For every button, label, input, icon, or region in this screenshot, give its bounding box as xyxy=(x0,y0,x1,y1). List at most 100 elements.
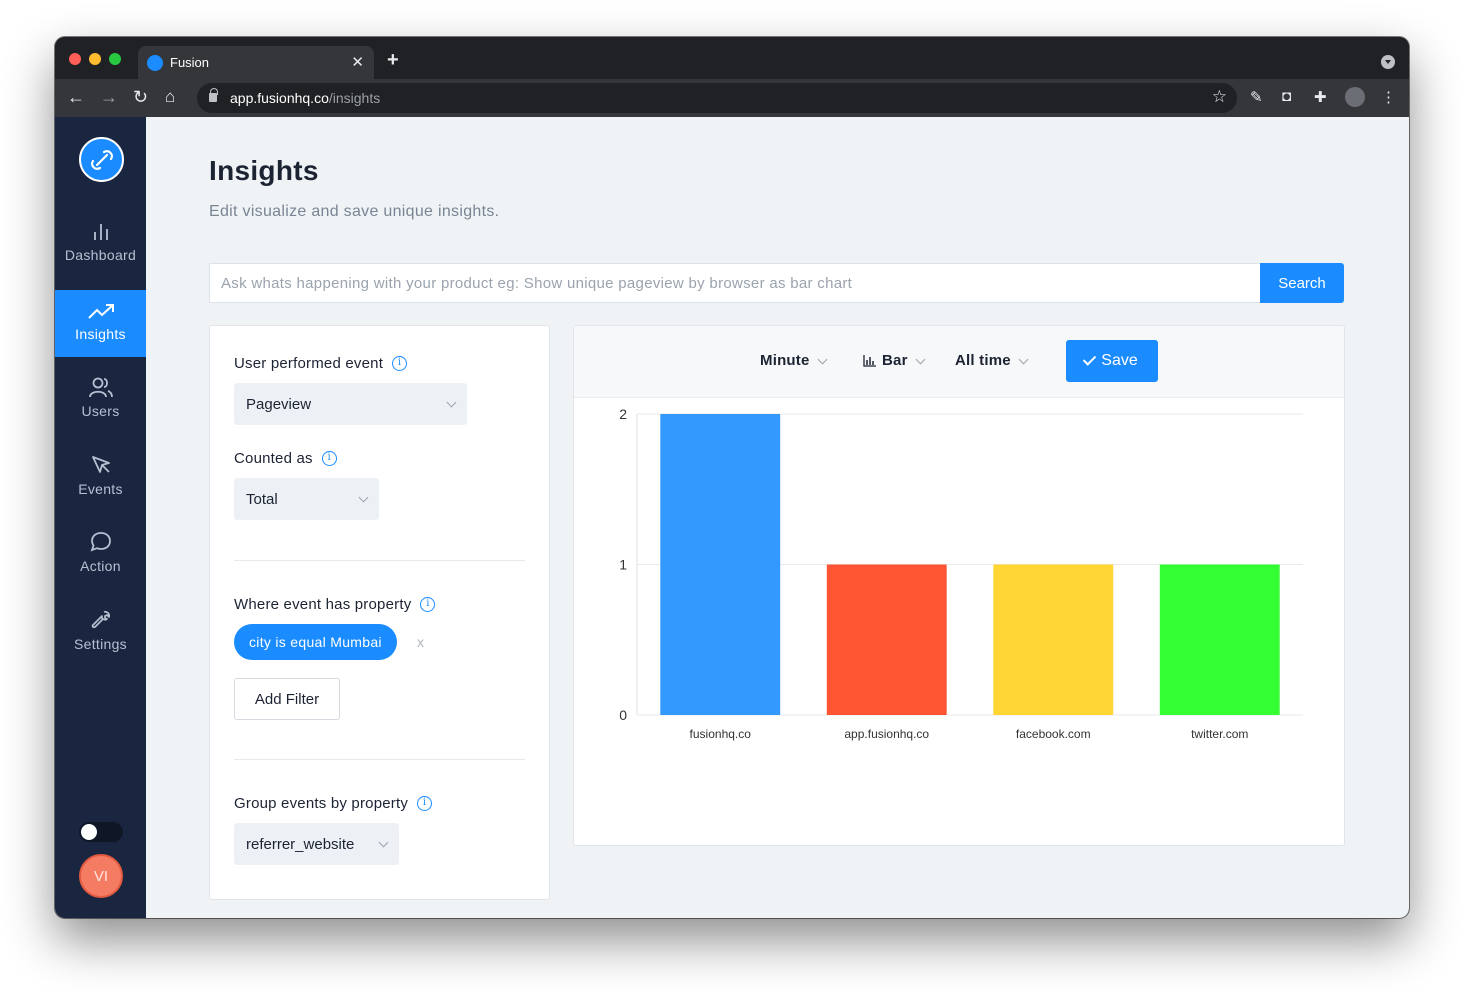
wrench-icon xyxy=(91,610,110,629)
divider xyxy=(234,560,525,561)
browser-tab[interactable]: Fusion ✕ xyxy=(138,46,374,79)
users-icon xyxy=(88,377,113,398)
sidebar-item-label: Users xyxy=(81,403,120,419)
back-icon[interactable]: ← xyxy=(67,85,85,109)
bar xyxy=(1159,564,1280,715)
group-select-value: referrer_website xyxy=(246,835,355,853)
search-button[interactable]: Search xyxy=(1260,263,1344,303)
sidebar-item-users[interactable]: Users xyxy=(55,376,146,442)
chat-bubble-icon xyxy=(90,532,111,552)
app-root: Dashboard Insights Users Events Action S… xyxy=(55,117,1409,918)
address-bar[interactable]: app.fusionhq.co/insights ☆ xyxy=(197,83,1237,113)
x-tick-label: twitter.com xyxy=(1191,727,1248,741)
counted-select-value: Total xyxy=(246,490,278,508)
reload-icon[interactable]: ↻ xyxy=(133,85,148,109)
add-filter-button[interactable]: Add Filter xyxy=(234,678,340,720)
info-icon[interactable]: i xyxy=(392,356,408,371)
puzzle-extension-icon[interactable]: ✚ xyxy=(1314,88,1327,106)
counted-field-label: Counted as i xyxy=(234,450,337,467)
save-label: Save xyxy=(1101,352,1138,369)
group-label-text: Group events by property xyxy=(234,795,409,812)
x-tick-label: fusionhq.co xyxy=(690,727,752,741)
sidebar-item-events[interactable]: Events xyxy=(55,454,146,520)
fusion-favicon-icon xyxy=(147,55,163,71)
interval-select[interactable]: Minute xyxy=(760,352,827,369)
sidebar-item-label: Dashboard xyxy=(64,247,137,263)
info-icon[interactable]: i xyxy=(420,597,436,612)
where-label-text: Where event has property xyxy=(234,596,412,613)
group-field-label: Group events by property i xyxy=(234,795,433,812)
sidebar-item-insights[interactable]: Insights xyxy=(55,290,146,357)
x-tick-label: app.fusionhq.co xyxy=(844,727,929,741)
y-tick-label: 0 xyxy=(619,707,627,723)
tab-search-icon[interactable] xyxy=(1381,55,1395,69)
maximize-window-button[interactable] xyxy=(109,53,121,65)
browser-menu-icon[interactable]: ⋮ xyxy=(1381,88,1396,106)
range-select[interactable]: All time xyxy=(955,352,1029,369)
save-button[interactable]: Save xyxy=(1066,340,1158,382)
remove-filter-icon[interactable]: x xyxy=(417,634,424,650)
forward-icon[interactable]: → xyxy=(100,85,118,109)
sidebar-item-action[interactable]: Action xyxy=(55,531,146,597)
new-tab-icon[interactable]: + xyxy=(387,49,399,72)
browser-toolbar: ← → ↻ ⌂ app.fusionhq.co/insights ☆ ✎ ◘ ✚… xyxy=(55,79,1409,117)
close-window-button[interactable] xyxy=(69,53,81,65)
chevron-down-icon xyxy=(446,397,457,408)
event-label-text: User performed event xyxy=(234,355,384,372)
range-value: All time xyxy=(955,352,1011,369)
sidebar: Dashboard Insights Users Events Action S… xyxy=(55,117,146,918)
close-tab-icon[interactable]: ✕ xyxy=(351,53,364,71)
chevron-down-icon xyxy=(378,837,389,848)
chevron-down-icon xyxy=(1018,354,1029,364)
bar-chart-icon xyxy=(93,224,108,240)
sidebar-item-dashboard[interactable]: Dashboard xyxy=(55,220,146,286)
bar xyxy=(660,414,781,715)
cursor-icon xyxy=(91,456,110,473)
user-avatar[interactable]: VI xyxy=(79,854,123,898)
group-select[interactable]: referrer_website xyxy=(234,823,399,865)
page-subtitle: Edit visualize and save unique insights. xyxy=(209,203,500,220)
browser-window: Fusion ✕ + ← → ↻ ⌂ app.fusionhq.co/insig… xyxy=(55,37,1409,918)
search-input[interactable] xyxy=(209,263,1260,303)
event-field-label: User performed event i xyxy=(234,355,408,372)
bar-chart: 0 1 2 fusionhq.co app.fusionhq.co facebook.co… xyxy=(619,406,1303,741)
info-icon[interactable]: i xyxy=(417,796,433,811)
camera-extension-icon[interactable]: ◘ xyxy=(1282,88,1291,105)
sidebar-item-settings[interactable]: Settings xyxy=(55,609,146,675)
window-controls xyxy=(69,53,121,65)
chart-toolbar: Minute Bar All time Save xyxy=(574,326,1344,398)
event-select[interactable]: Pageview xyxy=(234,383,467,425)
chevron-down-icon xyxy=(358,492,369,503)
home-icon[interactable]: ⌂ xyxy=(165,85,175,109)
interval-value: Minute xyxy=(760,352,810,369)
filter-chip[interactable]: city is equal Mumbai xyxy=(234,624,397,660)
counted-select[interactable]: Total xyxy=(234,478,379,520)
event-select-value: Pageview xyxy=(246,395,312,413)
fusion-logo-icon[interactable] xyxy=(79,137,124,182)
chart-type-value: Bar xyxy=(882,352,908,369)
trending-up-icon xyxy=(87,304,114,319)
profile-avatar-icon[interactable] xyxy=(1345,87,1365,107)
bar xyxy=(826,564,947,715)
divider xyxy=(234,759,525,760)
chart-type-select[interactable]: Bar xyxy=(863,352,926,369)
sidebar-item-label: Insights xyxy=(75,326,126,342)
tab-strip: Fusion ✕ + xyxy=(55,37,1409,79)
sidebar-item-label: Action xyxy=(80,558,121,574)
tab-title: Fusion xyxy=(170,55,210,70)
url-text: app.fusionhq.co/insights xyxy=(230,90,381,106)
x-tick-label: facebook.com xyxy=(1016,727,1091,741)
page-title: Insights xyxy=(209,155,319,186)
counted-label-text: Counted as xyxy=(234,450,313,467)
theme-toggle[interactable] xyxy=(79,822,123,842)
sidebar-item-label: Events xyxy=(78,481,123,497)
bookmark-star-icon[interactable]: ☆ xyxy=(1212,87,1227,107)
bar-chart-icon xyxy=(863,354,876,367)
pen-extension-icon[interactable]: ✎ xyxy=(1250,88,1263,106)
minimize-window-button[interactable] xyxy=(89,53,101,65)
query-panel: User performed event i Pageview Counted … xyxy=(209,325,550,900)
y-tick-label: 2 xyxy=(619,406,627,422)
chevron-down-icon xyxy=(817,354,827,364)
info-icon[interactable]: i xyxy=(321,451,337,466)
check-icon xyxy=(1083,352,1097,366)
